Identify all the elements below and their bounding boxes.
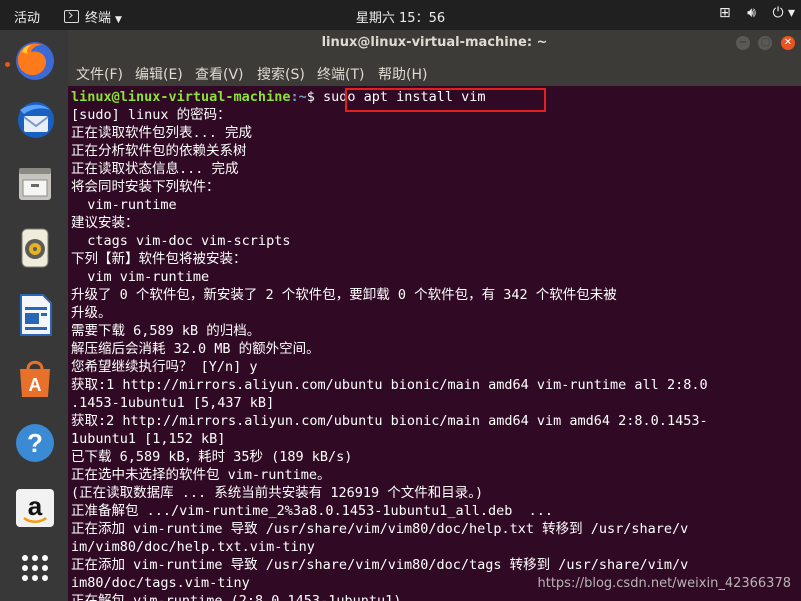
output-line: 需要下载 6,589 kB 的归档。 <box>71 323 261 339</box>
firefox-icon[interactable] <box>12 38 58 84</box>
menu-bar: 文件(F) 编辑(E) 查看(V) 搜索(S) 终端(T) 帮助(H) <box>68 58 801 86</box>
help-icon[interactable]: ? <box>12 420 58 466</box>
output-line: 正在解包 vim-runtime (2:8.0.1453-1ubuntu1) .… <box>71 593 434 601</box>
output-line: 正在添加 vim-runtime 导致 /usr/share/vim/vim80… <box>71 557 689 573</box>
output-line: ctags vim-doc vim-scripts <box>71 233 291 249</box>
output-line: 下列【新】软件包将被安装： <box>71 251 247 267</box>
svg-text:a: a <box>28 491 43 521</box>
menu-help[interactable]: 帮助(H) <box>378 64 427 84</box>
amazon-icon[interactable]: a <box>12 485 58 531</box>
svg-text:?: ? <box>27 428 43 458</box>
output-line: 正在选中未选择的软件包 vim-runtime。 <box>71 467 331 483</box>
maximize-button[interactable]: □ <box>758 36 773 50</box>
output-line: 正在添加 vim-runtime 导致 /usr/share/vim/vim80… <box>71 521 689 537</box>
output-line: 升级。 <box>71 305 112 321</box>
window-titlebar[interactable]: linux@linux-virtual-machine: ~ − □ ✕ <box>68 30 801 58</box>
thunderbird-icon[interactable] <box>12 98 58 144</box>
clock[interactable]: 星期六 15：56 <box>0 7 801 26</box>
output-line: 正在读取软件包列表... 完成 <box>71 125 253 141</box>
prompt-user: linux@linux-virtual-machine <box>71 89 291 105</box>
output-line: im/vim80/doc/help.txt.vim-tiny <box>71 539 315 555</box>
output-line: (正在读取数据库 ... 系统当前共安装有 126919 个文件和目录。) <box>71 485 484 501</box>
dock: A ? a <box>0 30 68 601</box>
terminal-output[interactable]: linux@linux-virtual-machine:~$ sudo apt … <box>68 86 801 601</box>
menu-search[interactable]: 搜索(S) <box>257 64 305 84</box>
output-line: vim vim-runtime <box>71 269 210 285</box>
output-line: [sudo] linux 的密码： <box>71 107 231 123</box>
output-line: 升级了 0 个软件包，新安装了 2 个软件包，要卸载 0 个软件包，有 342 … <box>71 287 617 303</box>
app-grid-icon[interactable] <box>12 545 58 591</box>
output-line: im80/doc/tags.vim-tiny <box>71 575 250 591</box>
output-line: 获取:1 http://mirrors.aliyun.com/ubuntu bi… <box>71 377 708 393</box>
prompt-path: :~ <box>290 89 307 105</box>
prompt-symbol: $ <box>306 89 323 105</box>
menu-terminal[interactable]: 终端(T) <box>317 64 364 84</box>
output-line: 正准备解包 .../vim-runtime_2%3a8.0.1453-1ubun… <box>71 503 554 519</box>
output-line: .1453-1ubuntu1 [5,437 kB] <box>71 395 275 411</box>
watermark-text: https://blog.csdn.net/weixin_42366378 <box>537 576 791 591</box>
volume-icon[interactable]: 🔊︎ <box>747 5 756 21</box>
menu-view[interactable]: 查看(V) <box>195 64 244 84</box>
output-line: 已下载 6,589 kB，耗时 35秒 (189 kB/s) <box>71 449 353 465</box>
writer-icon[interactable] <box>12 292 58 338</box>
command-highlight-box <box>345 88 546 112</box>
running-indicator <box>5 62 10 67</box>
window-title: linux@linux-virtual-machine: ~ <box>321 35 548 50</box>
svg-text:A: A <box>29 375 42 395</box>
output-line: 您希望继续执行吗？ [Y/n] y <box>71 359 258 375</box>
system-tray[interactable]: ⊞ 🔊︎ ⏻ ▾ <box>707 5 795 21</box>
menu-edit[interactable]: 编辑(E) <box>135 64 183 84</box>
files-icon[interactable] <box>12 160 58 206</box>
output-line: vim-runtime <box>71 197 177 213</box>
close-button[interactable]: ✕ <box>781 36 795 50</box>
power-icon[interactable]: ⏻ ▾ <box>772 5 795 21</box>
output-line: 正在分析软件包的依赖关系树 <box>71 143 247 159</box>
menu-file[interactable]: 文件(F) <box>76 64 123 84</box>
output-line: 将会同时安装下列软件： <box>71 179 220 195</box>
network-icon[interactable]: ⊞ <box>719 5 731 21</box>
output-line: 正在读取状态信息... 完成 <box>71 161 239 177</box>
minimize-button[interactable]: − <box>735 36 750 50</box>
rhythmbox-icon[interactable] <box>12 225 58 271</box>
output-line: 建议安装： <box>71 215 139 231</box>
output-line: 获取:2 http://mirrors.aliyun.com/ubuntu bi… <box>71 413 708 429</box>
output-line: 1ubuntu1 [1,152 kB] <box>71 431 226 447</box>
top-bar: 活动 终端 ▼ 星期六 15：56 ⊞ 🔊︎ ⏻ ▾ <box>0 0 801 30</box>
software-icon[interactable]: A <box>12 355 58 401</box>
output-line: 解压缩后会消耗 32.0 MB 的额外空间。 <box>71 341 320 357</box>
